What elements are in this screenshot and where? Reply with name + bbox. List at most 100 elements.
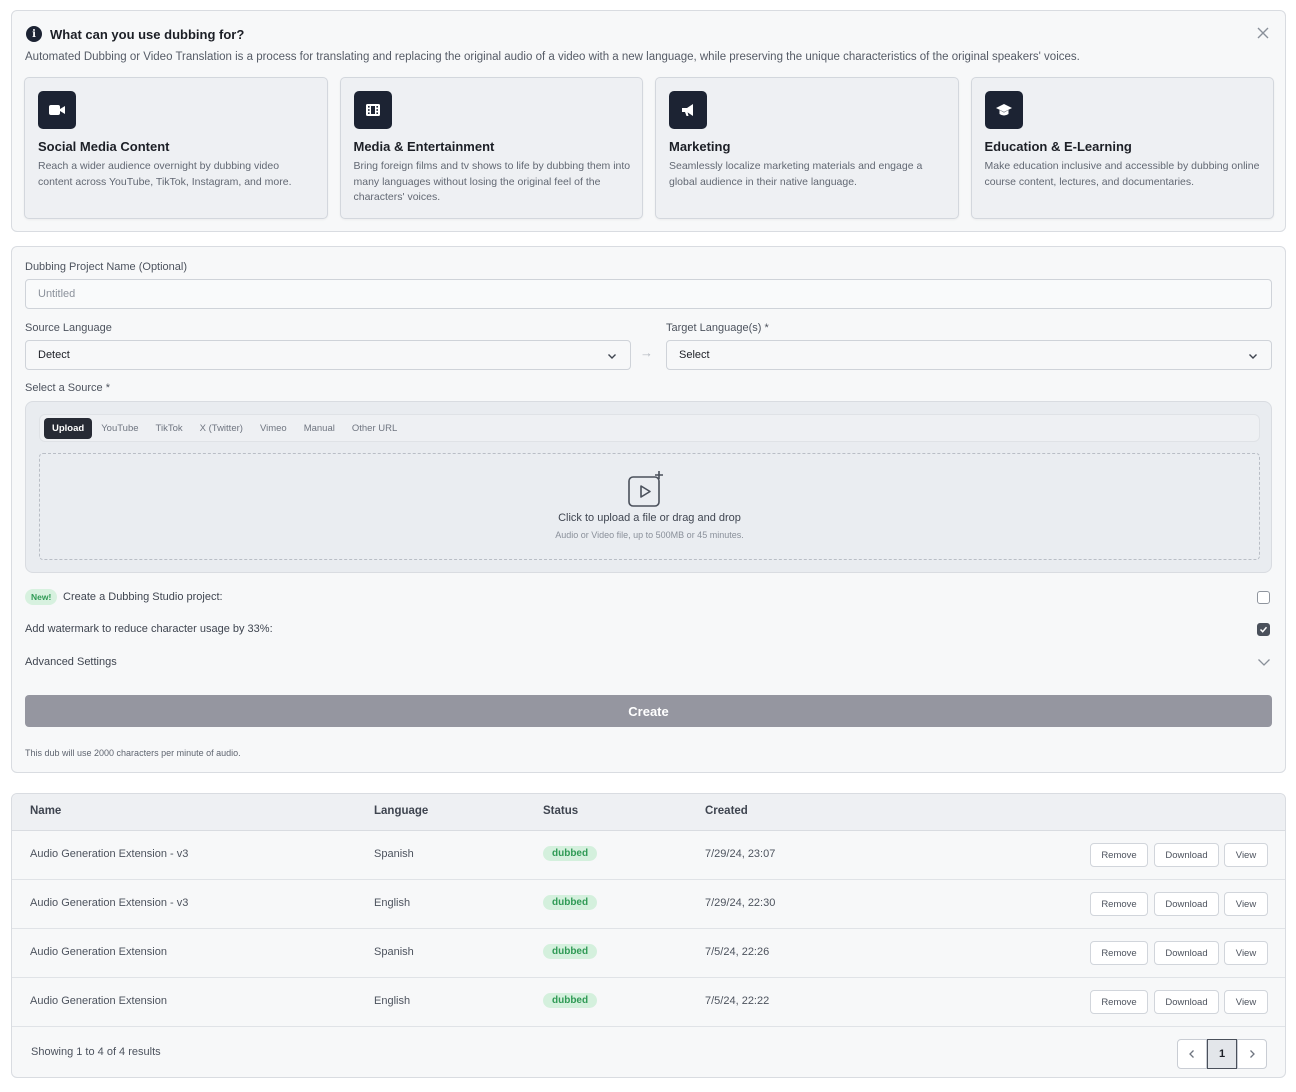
row-name: Audio Generation Extension: [30, 946, 167, 958]
column-header-created: Created: [705, 805, 748, 817]
character-usage-note: This dub will use 2000 characters per mi…: [25, 748, 241, 758]
download-button[interactable]: Download: [1154, 941, 1219, 965]
create-button[interactable]: Create: [25, 695, 1272, 727]
tab-vimeo[interactable]: Vimeo: [252, 418, 295, 439]
row-language: Spanish: [374, 946, 414, 958]
project-name-input[interactable]: Untitled: [25, 279, 1272, 309]
info-icon: i: [26, 26, 42, 42]
results-summary: Showing 1 to 4 of 4 results: [31, 1046, 161, 1058]
new-badge: New!: [25, 589, 58, 605]
chevron-down-icon: [608, 354, 616, 359]
view-button[interactable]: View: [1224, 892, 1268, 916]
prev-page-button[interactable]: [1177, 1039, 1207, 1069]
dropzone-subtitle: Audio or Video file, up to 500MB or 45 m…: [555, 530, 744, 540]
card-media-entertainment: Media & Entertainment Bring foreign film…: [339, 77, 643, 219]
view-button[interactable]: View: [1224, 990, 1268, 1014]
source-language-value: Detect: [38, 349, 70, 361]
chevron-left-icon: [1189, 1050, 1194, 1058]
remove-button[interactable]: Remove: [1090, 843, 1148, 867]
table-header: Name Language Status Created: [12, 794, 1285, 831]
chevron-right-icon: [1250, 1050, 1255, 1058]
table-row: Audio Generation Extension English dubbe…: [12, 978, 1285, 1027]
row-created: 7/5/24, 22:26: [705, 946, 770, 958]
target-language-label: Target Language(s) *: [666, 322, 769, 334]
tab-other-url[interactable]: Other URL: [344, 418, 405, 439]
status-badge: dubbed: [543, 846, 598, 861]
row-language: English: [374, 897, 411, 909]
column-header-name: Name: [30, 805, 62, 817]
select-source-label: Select a Source *: [25, 382, 110, 394]
card-text: Make education inclusive and accessible …: [984, 160, 1260, 188]
status-badge: dubbed: [543, 993, 598, 1008]
megaphone-icon: [669, 91, 707, 129]
target-language-select[interactable]: Select: [666, 340, 1272, 370]
chevron-down-icon: [1249, 354, 1257, 359]
video-camera-icon: [38, 91, 76, 129]
row-created: 7/29/24, 23:07: [705, 848, 776, 860]
row-name: Audio Generation Extension - v3: [30, 897, 189, 909]
advanced-settings-toggle[interactable]: Advanced Settings: [25, 656, 117, 668]
graduation-cap-icon: [984, 91, 1023, 129]
dropzone-title: Click to upload a file or drag and drop: [558, 512, 741, 524]
card-text: Reach a wider audience overnight by dubb…: [38, 160, 292, 188]
dubbing-form: Dubbing Project Name (Optional) Untitled…: [11, 246, 1286, 773]
column-header-language: Language: [374, 805, 429, 817]
remove-button[interactable]: Remove: [1090, 990, 1148, 1014]
info-header: i What can you use dubbing for?: [26, 26, 244, 42]
row-created: 7/29/24, 22:30: [705, 897, 776, 909]
remove-button[interactable]: Remove: [1090, 892, 1148, 916]
studio-project-checkbox[interactable]: [1257, 591, 1270, 604]
tab-manual[interactable]: Manual: [296, 418, 343, 439]
table-row: Audio Generation Extension - v3 English …: [12, 880, 1285, 929]
target-language-value: Select: [679, 349, 710, 361]
view-button[interactable]: View: [1224, 941, 1268, 965]
source-tabs: Upload YouTube TikTok X (Twitter) Vimeo …: [39, 414, 1260, 442]
source-language-select[interactable]: Detect: [25, 340, 631, 370]
row-name: Audio Generation Extension: [30, 995, 167, 1007]
tab-tiktok[interactable]: TikTok: [148, 418, 191, 439]
use-case-cards: Social Media Content Reach a wider audie…: [24, 77, 1274, 219]
next-page-button[interactable]: [1237, 1039, 1267, 1069]
film-icon: [353, 91, 392, 129]
project-name-placeholder: Untitled: [38, 288, 76, 300]
card-title: Media & Entertainment: [353, 139, 495, 154]
card-title: Education & E-Learning: [984, 139, 1132, 154]
project-name-label: Dubbing Project Name (Optional): [25, 261, 188, 273]
checkmark-icon: [1259, 626, 1268, 633]
card-text: Bring foreign films and tv shows to life…: [353, 160, 631, 203]
watermark-label: Add watermark to reduce character usage …: [25, 623, 273, 635]
view-button[interactable]: View: [1224, 843, 1268, 867]
upload-dropzone[interactable]: Click to upload a file or drag and drop …: [39, 453, 1260, 560]
arrow-right-icon: →: [640, 345, 653, 360]
table-row: Audio Generation Extension Spanish dubbe…: [12, 929, 1285, 978]
tab-upload[interactable]: Upload: [44, 417, 93, 439]
status-badge: dubbed: [543, 944, 598, 959]
video-upload-icon: [628, 471, 663, 507]
card-text: Seamlessly localize marketing materials …: [669, 160, 923, 188]
card-title: Marketing: [669, 139, 731, 154]
page-number-button[interactable]: 1: [1207, 1039, 1237, 1069]
card-marketing: Marketing Seamlessly localize marketing …: [655, 77, 959, 219]
row-language: English: [374, 995, 411, 1007]
row-created: 7/5/24, 22:22: [705, 995, 770, 1007]
status-badge: dubbed: [543, 895, 598, 910]
table-row: Audio Generation Extension - v3 Spanish …: [12, 831, 1285, 880]
studio-project-label: Create a Dubbing Studio project:: [63, 591, 223, 603]
download-button[interactable]: Download: [1154, 990, 1219, 1014]
remove-button[interactable]: Remove: [1090, 941, 1148, 965]
source-language-label: Source Language: [25, 322, 112, 334]
card-social-media: Social Media Content Reach a wider audie…: [24, 77, 328, 219]
close-icon[interactable]: [1255, 25, 1271, 41]
tab-x-twitter[interactable]: X (Twitter): [192, 418, 251, 439]
row-name: Audio Generation Extension - v3: [30, 848, 189, 860]
chevron-down-icon[interactable]: [1257, 655, 1271, 669]
download-button[interactable]: Download: [1154, 843, 1219, 867]
tab-youtube[interactable]: YouTube: [93, 418, 146, 439]
row-language: Spanish: [374, 848, 414, 860]
info-description: Automated Dubbing or Video Translation i…: [25, 51, 1080, 63]
source-selector: Upload YouTube TikTok X (Twitter) Vimeo …: [25, 401, 1272, 573]
watermark-checkbox[interactable]: [1257, 623, 1270, 636]
card-title: Social Media Content: [38, 139, 170, 154]
card-education: Education & E-Learning Make education in…: [970, 77, 1274, 219]
download-button[interactable]: Download: [1154, 892, 1219, 916]
